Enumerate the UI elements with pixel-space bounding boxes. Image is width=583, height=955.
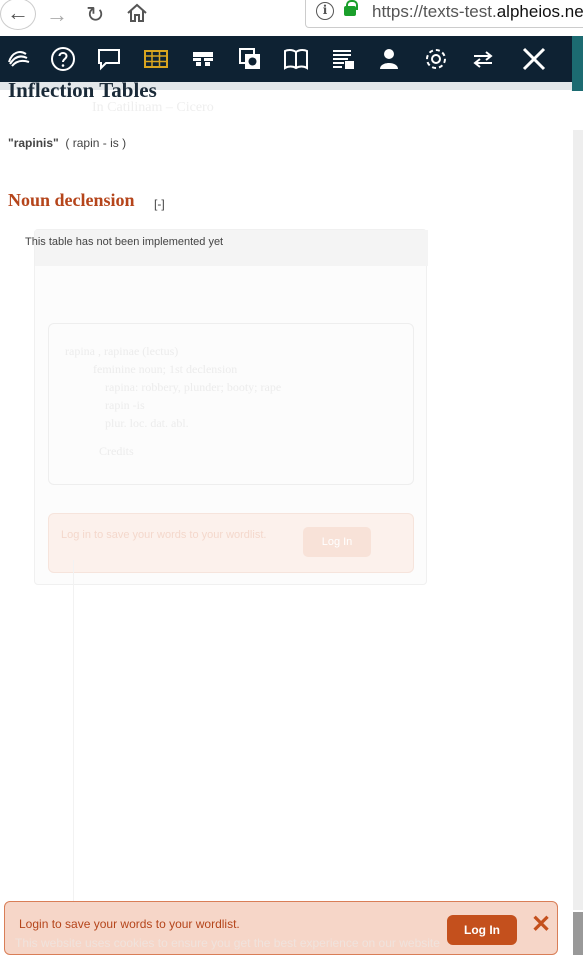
cookie-banner-text: This website uses cookies to ensure you … [15,936,440,950]
background-divider [73,560,74,910]
collapse-toggle[interactable]: [-] [154,197,165,211]
background-popup: rapina , rapinae (lectus) feminine noun;… [34,229,428,585]
user-icon[interactable] [376,46,402,72]
wordlist-icon[interactable] [330,46,356,72]
back-icon[interactable]: ← [0,0,36,30]
grammar-icon[interactable] [237,46,263,72]
forward-icon[interactable]: → [46,2,68,28]
target-word: "rapinis" ( rapin - is ) [8,136,127,150]
definitions-icon[interactable] [96,46,122,72]
panel-toolbar [0,36,572,82]
scrollbar-thumb[interactable] [573,912,583,955]
close-notification-icon[interactable]: ✕ [531,910,551,939]
not-implemented-message: This table has not been implemented yet [25,236,224,248]
background-login-box: Log in to save your words to your wordli… [48,513,414,573]
scrollbar-track[interactable] [573,130,583,910]
treebank-icon[interactable] [283,46,309,72]
alpheios-logo-icon[interactable] [6,46,32,72]
close-icon[interactable] [521,46,547,72]
help-icon[interactable] [50,46,76,72]
browser-chrome: ← → ↻ i https://texts-test.alpheios.ne [0,0,583,36]
home-icon[interactable] [126,2,148,30]
background-accent-bar [571,36,583,91]
login-message: Login to save your words to your wordlis… [19,917,240,931]
inflection-table-icon[interactable] [143,46,169,72]
login-button[interactable]: Log In [447,915,517,945]
background-lemma-text: rapina , rapinae (lectus) feminine noun;… [65,344,282,458]
section-heading-noun-declension: Noun declension [8,190,135,210]
swap-position-icon[interactable] [470,46,496,72]
lock-icon [344,0,358,16]
reload-icon[interactable]: ↻ [86,2,104,28]
url-text: https://texts-test.alpheios.ne [372,2,583,21]
settings-icon[interactable] [423,46,449,72]
page-title: Inflection Tables [8,78,157,102]
site-info-icon[interactable]: i [316,2,334,20]
inflection-browser-icon[interactable] [190,46,216,72]
address-bar[interactable]: i https://texts-test.alpheios.ne [305,0,583,28]
